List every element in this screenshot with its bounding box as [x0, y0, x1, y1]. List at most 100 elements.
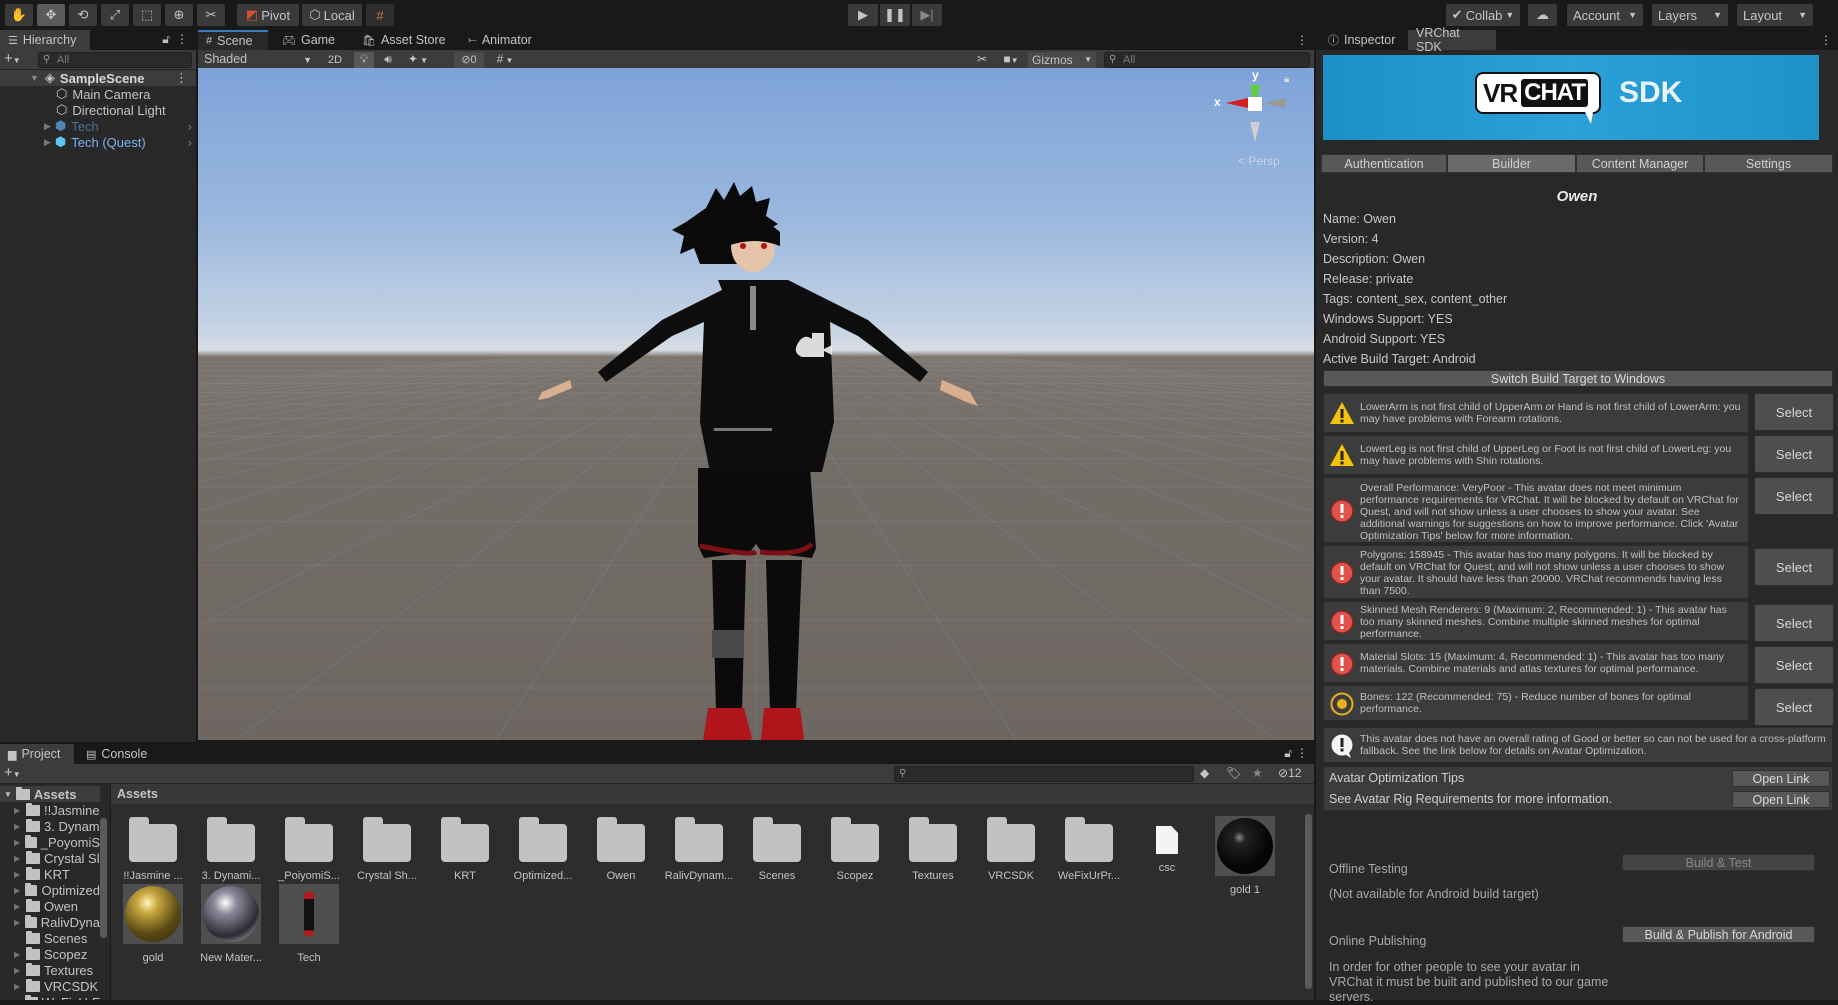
asset-item-folder[interactable]: !!Jasmine ...: [117, 816, 189, 882]
tree-folder-item[interactable]: ▶ Crystal Sl: [0, 850, 100, 866]
build-and-publish-button[interactable]: Build & Publish for Android: [1622, 926, 1815, 943]
custom-tool-button[interactable]: ✂: [197, 4, 225, 26]
asset-item-material-black[interactable]: gold 1: [1209, 816, 1281, 896]
tab-animator[interactable]: ⤚ Animator: [460, 30, 550, 50]
tree-folder-item[interactable]: ▶ Owen: [0, 898, 100, 914]
hidden-objects-toggle[interactable]: ⊘0: [454, 52, 484, 68]
open-link-button[interactable]: Open Link: [1732, 770, 1830, 787]
asset-item-folder[interactable]: RalivDynam...: [663, 816, 735, 882]
add-button[interactable]: +▼: [4, 50, 21, 67]
kebab-menu-icon[interactable]: ⋮: [176, 32, 188, 46]
assets-scrollbar[interactable]: [1305, 814, 1312, 989]
tree-folder-item[interactable]: ▶ !!Jasmine: [0, 802, 100, 818]
asset-item-folder[interactable]: Scenes: [741, 816, 813, 882]
transform-tool-button[interactable]: ⊕: [165, 4, 193, 26]
expand-arrow-icon[interactable]: ▶: [14, 838, 25, 847]
lock-icon[interactable]: 🔓︎: [1284, 746, 1292, 761]
kebab-menu-icon[interactable]: ⋮: [175, 70, 188, 86]
rect-tool-button[interactable]: ⬚: [133, 4, 161, 26]
audio-toggle[interactable]: 🔊︎: [378, 52, 398, 68]
effects-toggle[interactable]: ✦ ▼: [402, 52, 434, 68]
asset-item-folder[interactable]: Crystal Sh...: [351, 816, 423, 882]
layout-dropdown[interactable]: Layout ▼: [1737, 4, 1813, 26]
tab-inspector[interactable]: ⓘ Inspector: [1320, 30, 1406, 50]
expand-arrow-icon[interactable]: ▶: [44, 137, 51, 148]
kebab-menu-icon[interactable]: ⋮: [1296, 746, 1308, 760]
tools-toggle[interactable]: ✂: [972, 52, 992, 68]
layers-dropdown[interactable]: Layers ▼: [1652, 4, 1728, 26]
tree-folder-item[interactable]: ▶ Textures: [0, 962, 100, 978]
asset-item-folder[interactable]: 3. Dynami...: [195, 816, 267, 882]
hierarchy-item[interactable]: ⬡ Directional Light: [0, 102, 196, 118]
tree-folder-item[interactable]: ▶WeFixUrF: [0, 994, 100, 1000]
step-button[interactable]: ▶|: [912, 4, 942, 26]
tree-folder-item[interactable]: ▶ 3. Dynam: [0, 818, 100, 834]
kebab-menu-icon[interactable]: ⋮: [1820, 33, 1832, 47]
tab-game[interactable]: 🎮︎ Game: [274, 30, 348, 50]
project-search-input[interactable]: ⚲: [894, 766, 1194, 782]
asset-item-folder[interactable]: VRCSDK: [975, 816, 1047, 882]
projection-toggle[interactable]: < Persp: [1238, 154, 1280, 168]
pause-button[interactable]: ❚❚: [880, 4, 910, 26]
asset-item-model[interactable]: Tech: [273, 884, 345, 964]
asset-item-folder[interactable]: _PoiyomiS...: [273, 816, 345, 882]
tab-asset-store[interactable]: 🛍︎ Asset Store: [354, 30, 454, 50]
tree-folder-item[interactable]: ▶ KRT: [0, 866, 100, 882]
hierarchy-item[interactable]: ⬡ Main Camera: [0, 86, 196, 102]
tree-scrollbar[interactable]: [100, 818, 107, 938]
filter-by-label-icon[interactable]: 🏷︎: [1226, 766, 1241, 780]
expand-arrow-icon[interactable]: ▼: [30, 73, 39, 83]
asset-item-file[interactable]: csc: [1131, 816, 1203, 874]
asset-item-folder[interactable]: KRT: [429, 816, 501, 882]
scene-viewport[interactable]: y x 🔒︎ < Persp: [198, 68, 1314, 740]
select-button[interactable]: Select: [1754, 477, 1834, 515]
hierarchy-item[interactable]: ▶ ⬢ Tech ›: [0, 118, 196, 134]
expand-arrow-icon[interactable]: ▶: [14, 870, 26, 879]
orientation-gizmo[interactable]: y x 🔒︎ < Persp: [1208, 68, 1298, 170]
asset-item-folder[interactable]: Owen: [585, 816, 657, 882]
scene-search-input[interactable]: ⚲ All: [1104, 52, 1310, 68]
camera-dropdown[interactable]: ■▼: [998, 52, 1024, 68]
tab-console[interactable]: ▤ Console: [78, 744, 158, 764]
select-button[interactable]: Select: [1754, 435, 1834, 473]
asset-item-material-silver[interactable]: New Mater...: [195, 884, 267, 964]
expand-arrow-icon[interactable]: ▶: [14, 950, 26, 959]
select-button[interactable]: Select: [1754, 548, 1834, 586]
expand-arrow-icon[interactable]: ▼: [4, 790, 12, 799]
filter-by-type-icon[interactable]: ◆: [1200, 766, 1209, 780]
lighting-toggle[interactable]: 💡︎: [354, 52, 374, 68]
expand-arrow-icon[interactable]: ▶: [14, 902, 26, 911]
chevron-right-icon[interactable]: ›: [188, 135, 192, 150]
select-button[interactable]: Select: [1754, 646, 1834, 684]
sdk-tab-settings[interactable]: Settings: [1704, 154, 1833, 173]
lock-icon[interactable]: 🔓︎: [162, 32, 170, 47]
breadcrumb-assets[interactable]: Assets: [117, 787, 158, 801]
select-button[interactable]: Select: [1754, 604, 1834, 642]
scale-tool-button[interactable]: ⤢: [101, 4, 129, 26]
asset-item-folder[interactable]: WeFixUrPr...: [1053, 816, 1125, 882]
asset-item-folder[interactable]: Textures: [897, 816, 969, 882]
tab-scene[interactable]: # Scene: [198, 30, 268, 50]
grid-toggle[interactable]: # ▼: [488, 52, 522, 68]
expand-arrow-icon[interactable]: ▶: [14, 806, 26, 815]
shading-mode-dropdown[interactable]: Shaded ▼: [200, 52, 316, 68]
asset-item-folder[interactable]: Optimized...: [507, 816, 579, 882]
gizmos-dropdown[interactable]: Gizmos ▼: [1028, 52, 1096, 68]
expand-arrow-icon[interactable]: ▶: [14, 982, 26, 991]
hand-tool-button[interactable]: ✋: [5, 4, 33, 26]
lock-icon[interactable]: 🔒︎: [1284, 74, 1289, 85]
2d-toggle[interactable]: 2D: [324, 52, 346, 68]
hidden-packages-toggle[interactable]: ⊘12: [1278, 766, 1301, 780]
collab-dropdown[interactable]: ✔ Collab ▼: [1446, 4, 1520, 26]
tree-folder-item[interactable]: ▶ RalivDyna: [0, 914, 100, 930]
favorite-star-icon[interactable]: ★: [1252, 766, 1263, 780]
play-button[interactable]: ▶: [848, 4, 878, 26]
avatar-model[interactable]: [198, 68, 1314, 740]
expand-arrow-icon[interactable]: ▶: [14, 854, 26, 863]
asset-item-material-gold[interactable]: gold: [117, 884, 189, 964]
sdk-tab-authentication[interactable]: Authentication: [1321, 154, 1447, 173]
tab-project[interactable]: ▆ Project: [0, 744, 74, 764]
kebab-menu-icon[interactable]: ⋮: [1296, 33, 1308, 47]
expand-arrow-icon[interactable]: ▶: [44, 121, 51, 132]
rotate-tool-button[interactable]: ⟲: [69, 4, 97, 26]
